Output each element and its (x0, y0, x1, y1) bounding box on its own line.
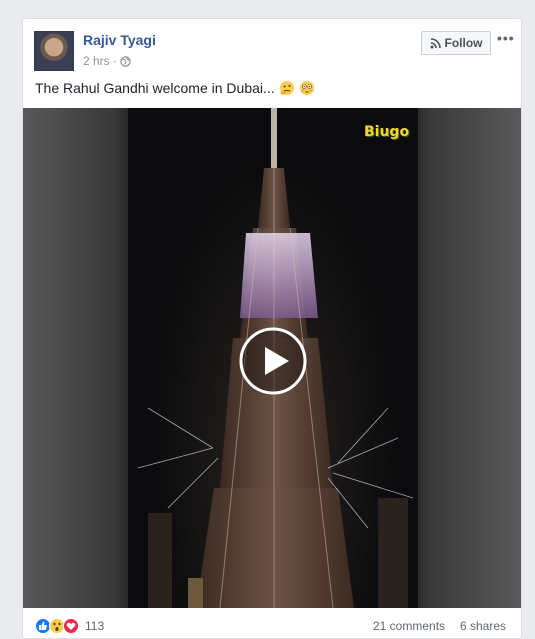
reaction-count: 113 (85, 619, 105, 633)
post-caption: The Rahul Gandhi welcome in Dubai... (35, 80, 275, 96)
rss-icon (430, 37, 441, 48)
author-name[interactable]: Rajiv Tyagi (83, 32, 156, 48)
post-meta: 2 hrs · (83, 54, 131, 68)
thinking-face-emoji (279, 81, 294, 95)
shares-count[interactable]: 6 shares (460, 619, 506, 633)
love-icon (63, 618, 79, 634)
flushed-face-emoji (299, 81, 314, 95)
reactions-summary[interactable]: 113 (35, 618, 104, 634)
post-time[interactable]: 2 hrs (83, 54, 110, 68)
video-player[interactable]: Biugo (23, 108, 521, 608)
avatar[interactable] (34, 31, 74, 71)
post-text: The Rahul Gandhi welcome in Dubai... (35, 80, 315, 96)
meta-separator: · (112, 54, 117, 68)
comments-count[interactable]: 21 comments (373, 619, 445, 633)
post-footer: 113 21 comments 6 shares (23, 615, 521, 637)
follow-label: Follow (444, 36, 483, 50)
more-options-icon[interactable]: ••• (497, 31, 517, 47)
globe-icon[interactable] (119, 55, 131, 67)
post-card: Rajiv Tyagi 2 hrs · Follow ••• The Rahul… (22, 18, 522, 639)
video-watermark: Biugo (364, 124, 410, 140)
play-icon[interactable] (238, 326, 308, 396)
follow-button[interactable]: Follow (421, 31, 491, 55)
